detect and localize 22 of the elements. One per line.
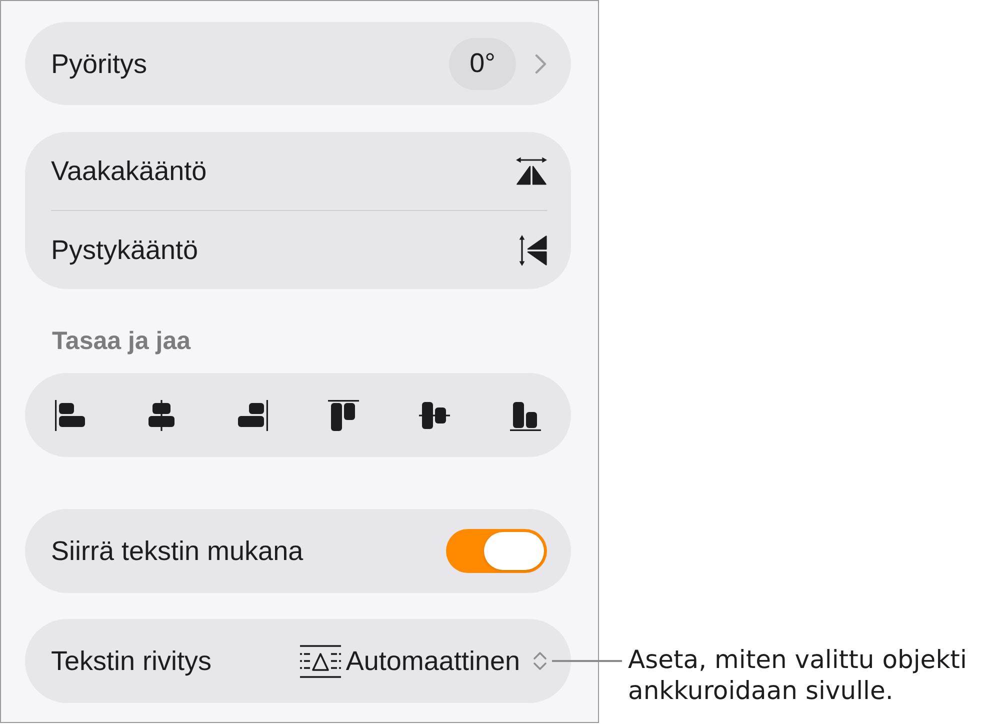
text-wrap-icon: [300, 644, 341, 678]
align-right-icon[interactable]: [237, 400, 268, 430]
text-wrap-label: Tekstin rivitys: [51, 645, 212, 677]
chevron-right-icon: [535, 54, 547, 74]
move-with-text-label: Siirrä tekstin mukana: [51, 535, 304, 567]
toggle-switch[interactable]: [446, 529, 547, 573]
up-down-chevron-icon: [533, 651, 547, 671]
flip-label: Pystykääntö: [51, 234, 198, 266]
flip-label: Vaakakääntö: [51, 155, 207, 187]
align-center-icon[interactable]: [146, 400, 177, 430]
rotation-label: Pyöritys: [51, 48, 148, 80]
align-bottom-icon[interactable]: [510, 400, 541, 430]
section-heading: Tasaa ja jaa: [52, 327, 191, 355]
flip-horizontal-icon[interactable]: [516, 157, 547, 185]
rotation-value[interactable]: 0°: [449, 38, 516, 90]
text-wrap-dropdown[interactable]: Automaattinen: [300, 644, 547, 678]
flip-vertical-icon[interactable]: [519, 234, 547, 266]
leader-line: [552, 660, 622, 662]
callout-text: Aseta, miten valittu objekti ankkuroidaan sivulle.: [628, 644, 968, 706]
align-middle-icon[interactable]: [419, 400, 450, 430]
align-left-icon[interactable]: [55, 400, 86, 430]
align-top-icon[interactable]: [328, 400, 359, 430]
